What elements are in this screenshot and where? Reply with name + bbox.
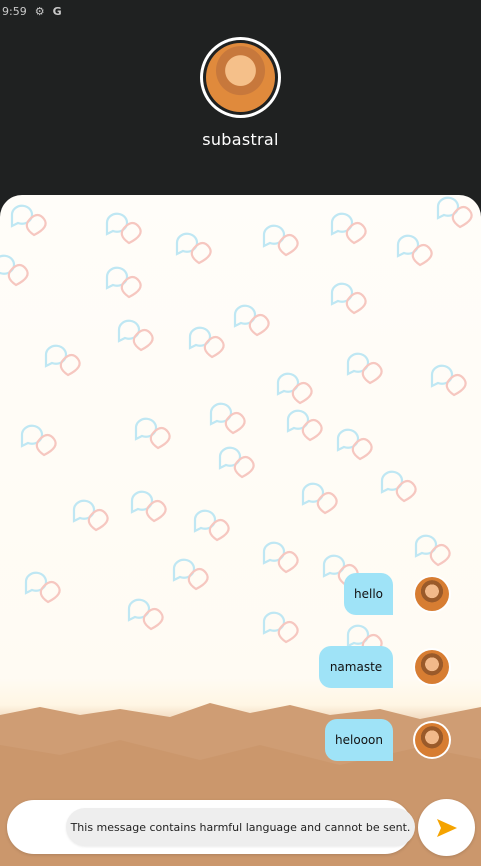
status-time: 9:59 — [2, 4, 27, 18]
settings-icon: ⚙ — [34, 4, 45, 18]
message-bubble[interactable]: hello — [344, 573, 393, 615]
message-row: hello — [344, 573, 451, 615]
message-bubble[interactable]: namaste — [319, 646, 393, 688]
message-row: helooon — [325, 719, 451, 761]
google-g-icon: G — [52, 4, 62, 18]
chat-header: subastral — [0, 22, 481, 197]
chat-panel: hello namaste helooon — [0, 195, 481, 866]
username: subastral — [202, 130, 279, 149]
status-bar: 9:59 ⚙ G — [0, 0, 481, 22]
send-arrow-icon — [436, 818, 457, 837]
message-row: namaste — [319, 646, 451, 688]
error-toast: This message contains harmful language a… — [66, 808, 415, 846]
message-bubble[interactable]: helooon — [325, 719, 393, 761]
profile-avatar[interactable] — [200, 37, 281, 118]
message-avatar — [413, 648, 451, 686]
message-avatar — [413, 575, 451, 613]
send-button[interactable] — [418, 799, 475, 856]
message-avatar — [413, 721, 451, 759]
